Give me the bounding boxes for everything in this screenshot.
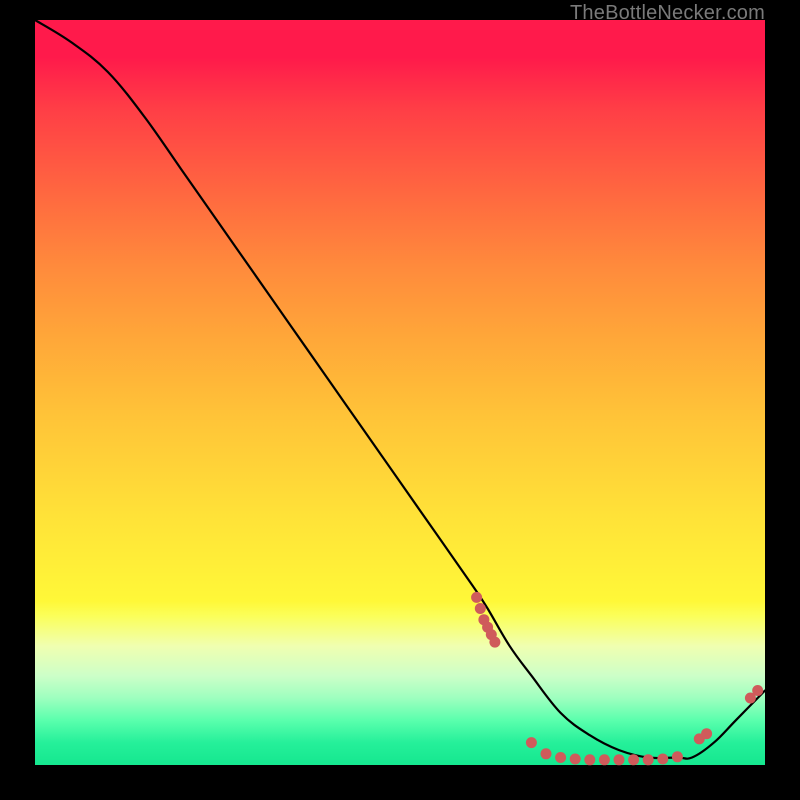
chart-frame: TheBottleNecker.com	[0, 0, 800, 800]
data-point-marker	[672, 751, 683, 762]
data-point-marker	[555, 752, 566, 763]
marker-layer	[471, 592, 763, 765]
data-point-marker	[701, 728, 712, 739]
data-point-marker	[475, 603, 486, 614]
data-point-marker	[643, 754, 654, 765]
chart-svg	[35, 20, 765, 765]
data-point-marker	[657, 754, 668, 765]
data-point-marker	[614, 754, 625, 765]
data-point-marker	[599, 754, 610, 765]
data-point-marker	[489, 637, 500, 648]
bottleneck-curve-line	[35, 20, 765, 759]
data-point-marker	[752, 685, 763, 696]
data-point-marker	[471, 592, 482, 603]
data-point-marker	[541, 748, 552, 759]
data-point-marker	[570, 754, 581, 765]
plot-area	[35, 20, 765, 765]
data-point-marker	[584, 754, 595, 765]
data-point-marker	[526, 737, 537, 748]
data-point-marker	[628, 754, 639, 765]
